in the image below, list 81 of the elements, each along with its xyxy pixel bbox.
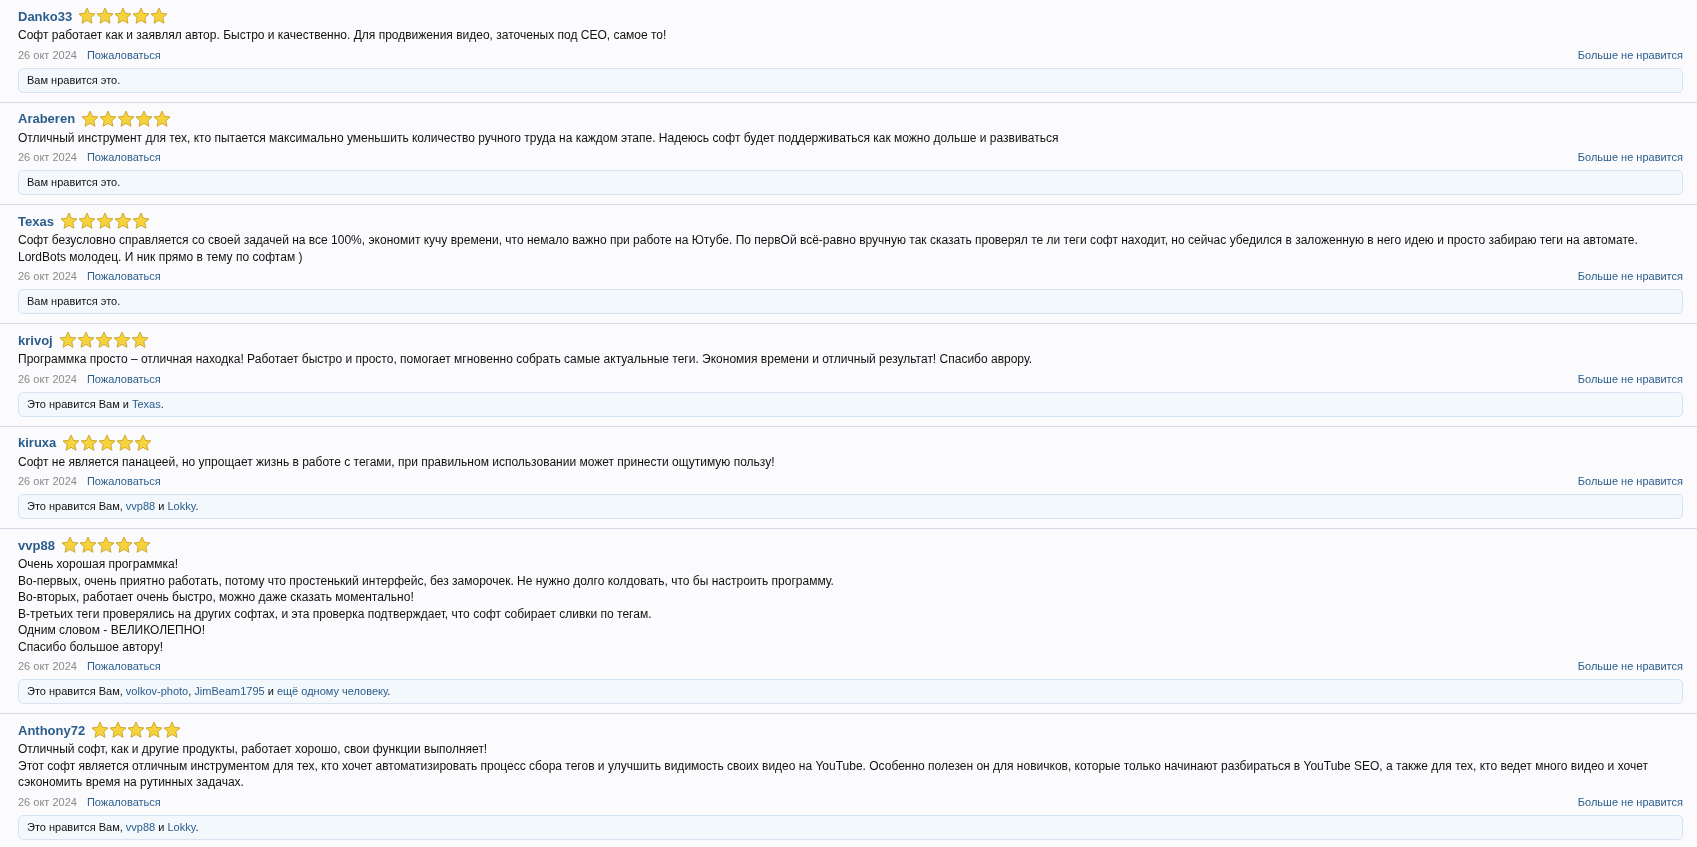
star-icon	[95, 212, 114, 230]
post-date: 26 окт 2024	[18, 151, 77, 163]
star-icon	[112, 331, 131, 349]
star-icon	[80, 433, 99, 452]
post-date: 26 окт 2024	[18, 475, 77, 487]
user-link[interactable]: JimBeam1795	[194, 685, 265, 697]
post-date: 26 окт 2024	[18, 372, 77, 385]
star-icon	[113, 212, 132, 230]
unlike-link[interactable]: Больше не нравится	[1577, 270, 1683, 282]
likes-summary: Это нравится Вам, vvp88 и Lokky.	[18, 494, 1683, 519]
review-text: Отличный инструмент для тех, кто пытается максимально уменьшить количество ручного труда на каждом этапе. Надеюсь софт будет поддерживаться как можно дольше и развиваться	[18, 129, 1060, 146]
star-icon	[99, 109, 118, 128]
post-date: 26 окт 2024	[18, 270, 77, 282]
unlike-link[interactable]: Больше не нравится	[1577, 475, 1683, 487]
report-link[interactable]: Пожаловаться	[86, 795, 161, 808]
report-link[interactable]: Пожаловаться	[86, 151, 161, 163]
unlike-link[interactable]: Больше не нравится	[1577, 151, 1683, 163]
star-icon	[145, 721, 164, 739]
unlike-link[interactable]: Больше не нравится	[1577, 48, 1683, 61]
star-icon	[58, 331, 77, 349]
unlike-link[interactable]: Больше не нравится	[1577, 372, 1683, 385]
star-icon	[150, 7, 169, 25]
report-link[interactable]: Пожаловаться	[86, 660, 161, 672]
likes-summary: Вам нравится это.	[18, 67, 1683, 93]
review-text: Софт работает как и заявлял автор. Быстро и качественно. Для продвижения видео, заточеных под СЕО, самое то!	[18, 27, 668, 44]
star-icon	[109, 721, 128, 739]
post-date: 26 окт 2024	[18, 660, 77, 672]
likes-summary: Это нравится Вам и Texas.	[18, 391, 1683, 417]
star-icon	[135, 109, 154, 128]
user-link[interactable]: Texas	[132, 397, 161, 410]
likes-summary: Вам нравится это.	[18, 170, 1683, 195]
star-icon	[96, 7, 115, 25]
star-icon	[94, 331, 113, 349]
star-icon	[134, 433, 153, 452]
review-text: Софт безусловно справляется со своей задачей на все 100%, экономит кучу времени, что немало важно при работе на Ютубе. По первОй всё-равно вручную так сказать проверял те ли теги софт находит, но сейчас убедился в заложенную в него идею и просто забираю теги на автомате. LordBots молодец. И ник прямо в тему по софтам )	[18, 232, 1639, 265]
star-icon	[78, 536, 97, 554]
star-icon	[116, 433, 135, 452]
star-icon	[98, 433, 117, 452]
unlike-link[interactable]: Больше не нравится	[1577, 795, 1683, 808]
author-link[interactable]: Danko33	[18, 8, 73, 24]
star-icon	[114, 7, 133, 25]
star-icon	[130, 331, 149, 349]
star-icon	[117, 109, 136, 128]
star-icon	[91, 721, 110, 739]
star-icon	[81, 109, 100, 128]
star-icon	[78, 7, 97, 25]
unlike-link[interactable]: Больше не нравится	[1577, 660, 1683, 672]
report-link[interactable]: Пожаловаться	[86, 372, 161, 385]
star-icon	[59, 212, 78, 230]
report-link[interactable]: Пожаловаться	[86, 475, 161, 487]
star-icon	[60, 536, 79, 554]
star-icon	[62, 433, 81, 452]
author-link[interactable]: Araberen	[18, 111, 76, 126]
star-icon	[163, 721, 182, 739]
post-date: 26 окт 2024	[18, 795, 77, 808]
star-icon	[114, 536, 133, 554]
likes-summary: Вам нравится это.	[18, 289, 1683, 314]
author-link[interactable]: Texas	[18, 213, 54, 229]
report-link[interactable]: Пожаловаться	[86, 270, 161, 282]
review-text: Отличный софт, как и другие продукты, работает хорошо, свои функции выполняет! Этот софт является отличным инструментом для тех, кто хочет автоматизировать процесс сбора тегов и улучшить видимость своих видео на YouTube. Особенно полезен он для новичков, которые только начинают разбираться в YouTube SEO, а также для тех, кто ведет много видео и хочет сэкономить время на рутинных задачах.	[18, 741, 1649, 791]
author-link[interactable]: kiruxa	[18, 435, 57, 450]
likes-summary: Это нравится Вам, vvp88 и Lokky.	[18, 814, 1683, 840]
review-text: Программка просто – отличная находка! Работает быстро и просто, помогает мгновенно собрать самые актуальные теги. Экономия времени и отличный результат! Спасибо аврору.	[18, 351, 1034, 368]
author-link[interactable]: vvp88	[18, 537, 55, 553]
post-date: 26 окт 2024	[18, 48, 77, 61]
star-icon	[76, 331, 95, 349]
user-link[interactable]: vvp88	[125, 820, 156, 833]
likes-summary: Это нравится Вам, volkov-photo, JimBeam1795 и ещё одному человеку.	[18, 679, 1683, 704]
star-icon	[153, 109, 172, 128]
report-link[interactable]: Пожаловаться	[86, 48, 161, 61]
review-text: Софт не является панацеей, но упрощает жизнь в работе с тегами, при правильном использовании может принести ощутимую пользу!	[18, 453, 776, 470]
star-icon	[132, 536, 151, 554]
review-text: Очень хорошая программка! Во-первых, очень приятно работать, потому что простенький интерфейс, без заморочек. Не нужно долго колдовать, что бы настроить программу. Во-вторых, работает очень быстро, можно даже сказать моментально! В-третьих теги проверялись на других софтах, и эта проверка подтверждает, что софт собирает сливки по тегам. Одним словом - ВЕЛИКОЛЕПНО! Спасибо большое автору!	[18, 556, 835, 655]
star-icon	[96, 536, 115, 554]
star-icon	[77, 212, 96, 230]
author-link[interactable]: krivoj	[18, 332, 53, 348]
user-link[interactable]: vvp88	[125, 500, 156, 512]
star-icon	[131, 212, 150, 230]
star-icon	[132, 7, 151, 25]
star-icon	[127, 721, 146, 739]
author-link[interactable]: Anthony72	[18, 722, 86, 738]
